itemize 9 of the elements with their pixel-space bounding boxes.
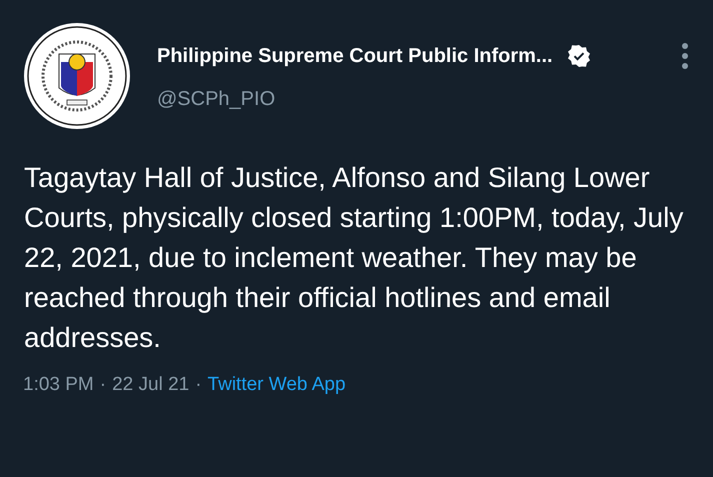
source-link[interactable]: Twitter Web App — [208, 374, 346, 396]
account-name[interactable]: Philippine Supreme Court Public Inform... — [157, 44, 553, 68]
more-options-icon[interactable] — [681, 42, 689, 70]
separator: · — [195, 374, 202, 396]
tweet-date: 22 Jul 21 — [112, 374, 190, 396]
tweet-text: Tagaytay Hall of Justice, Alfonso and Silang Lower Courts, physically closed starting 1:00PM, today, July 22, 2021, due to inclement weather. They may be reached through their official hotlines and email addresses. — [24, 161, 684, 355]
account-handle[interactable]: @SCPh_PIO — [157, 88, 689, 111]
separator: · — [100, 374, 106, 396]
tweet-time: 1:03 PM — [23, 374, 94, 396]
